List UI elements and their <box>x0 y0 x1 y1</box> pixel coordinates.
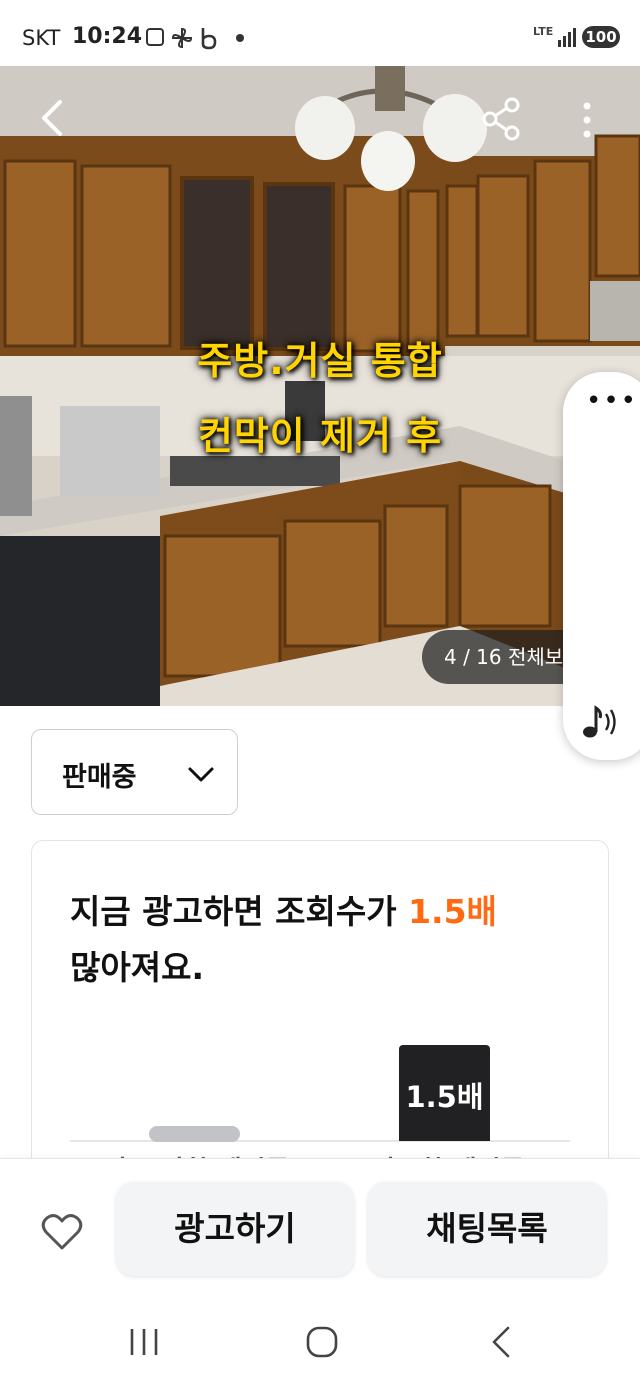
photo-caption-line1: 주방.거실 통합 <box>197 339 443 383</box>
sale-status-label: 판매중 <box>62 762 137 793</box>
ad-text-suffix: 많아져요. <box>70 948 204 987</box>
notification-dot-icon <box>236 34 244 42</box>
home-icon[interactable] <box>302 1322 342 1362</box>
chat-list-button[interactable]: 채팅목록 <box>368 1182 606 1276</box>
more-horizontal-icon[interactable]: ••• <box>586 388 636 418</box>
advertise-button[interactable]: 광고하기 <box>116 1182 354 1276</box>
audio-note-icon[interactable] <box>578 700 622 744</box>
battery-icon: 100 <box>582 26 620 48</box>
recent-apps-icon[interactable] <box>124 1322 164 1362</box>
heart-icon[interactable] <box>40 1210 84 1254</box>
pinwheel-icon <box>171 27 193 49</box>
b-app-icon <box>201 28 217 50</box>
clock: 10:24 <box>72 24 143 49</box>
photo-caption-line2: 컨막이 제거 후 <box>197 414 443 458</box>
kitchen-photo-image <box>0 66 640 706</box>
share-icon[interactable] <box>478 96 524 142</box>
ad-promo-text: 지금 광고하면 조회수가 1.5배 많아져요. <box>70 884 570 996</box>
screenshot-icon <box>146 28 164 46</box>
signal-bars-icon <box>558 28 576 47</box>
carrier-label: SKT <box>22 26 61 50</box>
chart-baseline <box>70 1140 570 1142</box>
more-vertical-icon[interactable] <box>572 98 602 142</box>
chevron-down-icon <box>188 767 214 782</box>
ad-text-prefix: 지금 광고하면 조회수가 <box>70 892 409 931</box>
ad-bar-label: 1.5배 <box>405 1080 484 1114</box>
network-type: LTE <box>533 25 554 38</box>
no-ad-bar <box>149 1126 240 1142</box>
listing-photo[interactable] <box>0 66 640 706</box>
ad-text-highlight: 1.5배 <box>408 892 497 931</box>
back-arrow-icon[interactable] <box>30 96 74 140</box>
back-icon[interactable] <box>482 1322 522 1362</box>
